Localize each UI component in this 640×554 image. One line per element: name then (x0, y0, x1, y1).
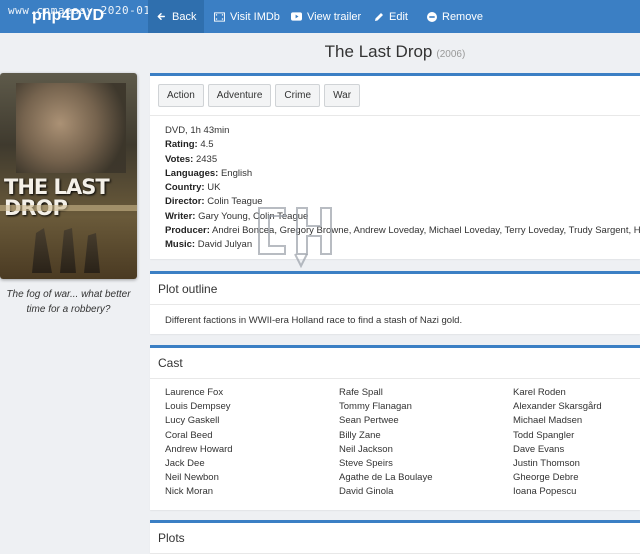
watermark-logo (258, 207, 332, 268)
cast-member: Jack Dee (165, 458, 205, 470)
cast-card: Cast Laurence Fox Louis Dempsey Lucy Gas… (150, 345, 640, 510)
back-button[interactable]: Back (148, 0, 205, 33)
cast-member: Agathe de La Boulaye (339, 472, 433, 484)
cast-heading: Cast (150, 348, 640, 379)
genre-button-crime[interactable]: Crime (275, 84, 321, 107)
movie-info: DVD, 1h 43min Rating: 4.5 Votes: 2435 La… (150, 116, 640, 261)
details-card: Action Adventure Crime War DVD, 1h 43min… (150, 73, 640, 259)
rating-value: 4.5 (200, 139, 214, 151)
music-row: Music: David Julyan (165, 238, 625, 252)
cast-member: Rafe Spall (339, 387, 383, 398)
plots-heading: Plots (150, 523, 640, 554)
country-row: Country: UK (165, 181, 625, 195)
cast-member: Nick Moran (165, 486, 214, 498)
genre-button-action[interactable]: Action (158, 84, 204, 107)
music-label: Music: (165, 239, 196, 251)
cast-member: Gheorge Debre (513, 472, 579, 484)
cast-column-3: Karel Roden Alexander Skarsgård Michael … (513, 386, 640, 500)
top-navbar: php4DVD www.cnmaeasy 2020-01-25 Back Vis… (0, 0, 640, 33)
cast-member: Billy Zane (339, 429, 381, 441)
votes-value: 2435 (195, 153, 218, 165)
genre-list: Action Adventure Crime War (150, 76, 640, 116)
producer-row: Producer: Andrei Boncea, Gregory Browne,… (165, 224, 640, 238)
cast-member: David Ginola (339, 486, 394, 498)
votes-row: Votes: 2435 (165, 153, 625, 167)
pencil-icon (375, 12, 383, 21)
cast-member: Neil Jackson (339, 443, 393, 455)
country-label: Country: (165, 182, 205, 194)
country-value: UK (207, 182, 221, 194)
languages-value: English (220, 167, 253, 179)
cast-member: Laurence Fox (165, 387, 224, 398)
writer-row: Writer: Gary Young, Colin Teague (165, 210, 625, 224)
cast-member: Neil Newbon (165, 472, 219, 484)
view-trailer-button[interactable]: View trailer (291, 0, 361, 33)
cast-member: Sean Pertwee (339, 415, 399, 427)
poster-soldiers (32, 228, 100, 273)
poster-artwork (16, 83, 126, 173)
director-row: Director: Colin Teague (165, 195, 625, 209)
film-icon (214, 11, 225, 22)
cast-member: Alexander Skarsgård (513, 401, 602, 413)
movie-title: The Last Drop (324, 42, 433, 61)
movie-tagline: The fog of war... what better time for a… (6, 289, 131, 315)
music-value: David Julyan (197, 239, 253, 251)
genre-button-war[interactable]: War (324, 84, 361, 107)
remove-button[interactable]: Remove (427, 0, 483, 33)
cast-grid: Laurence Fox Louis Dempsey Lucy Gaskell … (150, 379, 640, 507)
rating-label: Rating: (165, 139, 198, 151)
edit-button[interactable]: Edit (374, 0, 408, 33)
producer-label: Producer: (165, 225, 210, 237)
writer-label: Writer: (165, 210, 196, 222)
cast-column-2: Rafe Spall Tommy Flanagan Sean Pertwee B… (339, 386, 513, 500)
view-trailer-label: View trailer (307, 10, 362, 23)
genre-button-adventure[interactable]: Adventure (207, 84, 272, 107)
votes-label: Votes: (165, 153, 194, 165)
cast-member: Louis Dempsey (165, 401, 231, 413)
cast-member: Steve Speirs (339, 458, 393, 470)
plot-outline-heading: Plot outline (150, 274, 640, 305)
format-line: DVD, 1h 43min (165, 125, 230, 136)
edit-label: Edit (389, 10, 408, 23)
cast-member: Dave Evans (513, 443, 565, 455)
languages-label: Languages: (165, 167, 219, 179)
cast-member: Andrew Howard (165, 443, 233, 455)
languages-row: Languages: English (165, 167, 625, 181)
visit-imdb-button[interactable]: Visit IMDb (214, 0, 280, 33)
poster-stripe (0, 205, 137, 211)
cast-member: Tommy Flanagan (339, 401, 412, 413)
visit-imdb-label: Visit IMDb (230, 10, 280, 23)
cast-column-1: Laurence Fox Louis Dempsey Lucy Gaskell … (165, 386, 339, 500)
plot-outline-card: Plot outline Different factions in WWII-… (150, 271, 640, 334)
rating-row: Rating: 4.5 (165, 138, 625, 152)
cast-member: Michael Madsen (513, 415, 583, 427)
cast-member: Todd Spangler (513, 429, 575, 441)
movie-year: (2006) (436, 49, 466, 60)
cast-member: Lucy Gaskell (165, 415, 220, 427)
back-label: Back (172, 10, 197, 23)
minus-circle-icon (427, 11, 437, 22)
cast-member: Justin Thomson (513, 458, 580, 470)
poster-title-text: THE LAST DROP (4, 175, 110, 219)
cast-member: Karel Roden (513, 387, 566, 398)
youtube-icon (291, 12, 302, 21)
plot-outline-text: Different factions in WWII-era Holland r… (165, 315, 463, 326)
movie-title-header: The Last Drop (2006) (150, 42, 640, 62)
remove-label: Remove (442, 10, 483, 23)
cast-member: Coral Beed (165, 429, 213, 441)
cast-member: Ioana Popescu (513, 486, 577, 498)
movie-poster: THE LAST DROP (0, 73, 137, 279)
director-label: Director: (165, 196, 205, 208)
back-arrow-icon (157, 13, 165, 20)
